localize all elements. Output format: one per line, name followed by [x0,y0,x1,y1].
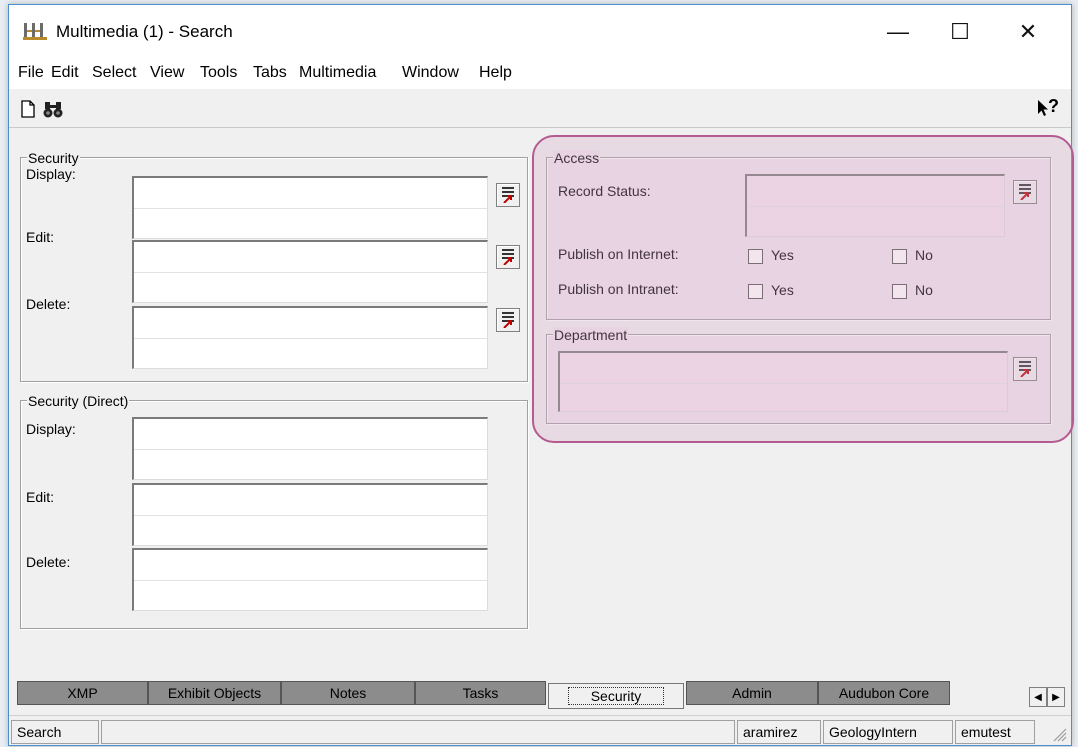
publish-internet-label: Publish on Internet: [558,246,679,262]
field-row-divider [134,338,487,339]
publish-internet-yes-checkbox[interactable] [748,249,763,264]
security-direct-group-legend: Security (Direct) [27,393,130,409]
menu-help[interactable]: Help [479,64,512,82]
security-group: Security Display: Edit: Delete: [20,150,528,382]
window-title: Multimedia (1) - Search [56,22,233,41]
lookup-icon [502,312,514,328]
department-group: Department [546,327,1051,424]
access-group: Access Record Status: Publish on Interne… [546,150,1051,320]
security-group-legend: Security [27,150,80,166]
tab-label: Admin [732,685,772,701]
menu-select[interactable]: Select [92,64,136,82]
tab-notes[interactable]: Notes [281,681,415,705]
field-row-divider [134,580,487,581]
field-row-divider [134,208,487,209]
menu-tools[interactable]: Tools [200,64,237,82]
department-field[interactable] [558,351,1008,412]
publish-intranet-no-checkbox[interactable] [892,284,907,299]
lookup-icon [1019,361,1031,377]
field-row-divider [134,449,487,450]
security-direct-group: Security (Direct) Display: Edit: Delete: [20,393,528,629]
security-edit-label: Edit: [26,229,55,245]
publish-intranet-no-label: No [915,282,933,298]
tab-label: Security [567,687,665,705]
security-display-label: Display: [26,166,76,182]
record-status-lookup-button[interactable] [1013,180,1037,204]
lookup-icon [1019,184,1031,200]
menu-edit[interactable]: Edit [51,64,79,82]
title-bar: Multimedia (1) - Search — ☐ ✕ [9,5,1071,59]
tab-xmp[interactable]: XMP [17,681,148,705]
toolbar: ? [9,93,1071,128]
application-window: Multimedia (1) - Search — ☐ ✕ File Edit … [8,4,1072,746]
security-delete-lookup-button[interactable] [496,308,520,332]
close-button[interactable]: ✕ [997,5,1059,59]
status-group: GeologyIntern [823,720,953,744]
tab-security[interactable]: Security [548,683,684,709]
publish-intranet-label: Publish on Intranet: [558,281,679,297]
lookup-icon [502,187,514,203]
tab-exhibit-objects[interactable]: Exhibit Objects [148,681,281,705]
security-display-lookup-button[interactable] [496,183,520,207]
publish-intranet-yes-checkbox[interactable] [748,284,763,299]
menu-bar: File Edit Select View Tools Tabs Multime… [9,59,1071,89]
security-direct-display-label: Display: [26,421,76,437]
menu-window[interactable]: Window [402,64,459,82]
menu-view[interactable]: View [150,64,184,82]
tab-scroll-right-button[interactable]: ▶ [1047,687,1065,707]
tab-strip: XMP Exhibit Objects Notes Tasks Security… [9,677,1071,711]
field-row-divider [134,272,487,273]
security-direct-display-field[interactable] [132,417,488,480]
department-group-legend: Department [553,327,629,343]
security-tab-content: Security Display: Edit: Delete: Security… [9,129,1071,677]
security-delete-label: Delete: [26,296,71,312]
access-group-legend: Access [553,150,601,166]
security-delete-field[interactable] [132,306,488,369]
maximize-button[interactable]: ☐ [929,5,991,59]
publish-intranet-yes-label: Yes [771,282,794,298]
security-direct-delete-field[interactable] [132,548,488,611]
status-message-area [101,720,735,744]
tab-label: Audubon Core [838,685,930,701]
context-help-icon[interactable]: ? [1037,96,1063,121]
tab-tasks[interactable]: Tasks [415,681,546,705]
status-server: emutest [955,720,1035,744]
tab-audubon-core[interactable]: Audubon Core [818,681,950,705]
publish-internet-no-checkbox[interactable] [892,249,907,264]
tab-admin[interactable]: Admin [686,681,818,705]
security-edit-field[interactable] [132,240,488,303]
minimize-button[interactable]: — [867,5,929,59]
status-mode: Search [11,720,99,744]
status-bar: Search aramirez GeologyIntern emutest [9,715,1071,745]
binoculars-search-icon[interactable] [43,99,65,119]
status-user: aramirez [737,720,821,744]
field-row-divider [134,515,487,516]
record-status-label: Record Status: [558,183,651,199]
department-lookup-button[interactable] [1013,357,1037,381]
security-display-field[interactable] [132,176,488,239]
field-row-divider [560,383,1007,384]
record-status-field[interactable] [745,174,1005,237]
lookup-icon [502,249,514,265]
security-direct-edit-label: Edit: [26,489,55,505]
field-row-divider [747,206,1004,207]
security-edit-lookup-button[interactable] [496,245,520,269]
publish-internet-yes-label: Yes [771,247,794,263]
menu-file[interactable]: File [18,64,44,82]
app-icon [23,23,47,40]
publish-internet-no-label: No [915,247,933,263]
security-direct-edit-field[interactable] [132,483,488,546]
tab-label: Notes [329,685,367,701]
resize-grip-icon[interactable] [1053,728,1067,742]
help-question-mark: ? [1048,96,1059,116]
tab-scroll-left-button[interactable]: ◀ [1029,687,1047,707]
tab-label: Tasks [462,685,499,701]
menu-tabs[interactable]: Tabs [253,64,287,82]
tab-label: XMP [67,685,98,701]
new-document-icon[interactable] [20,99,36,119]
menu-multimedia[interactable]: Multimedia [299,64,376,82]
tab-label: Exhibit Objects [167,685,262,701]
security-direct-delete-label: Delete: [26,554,71,570]
